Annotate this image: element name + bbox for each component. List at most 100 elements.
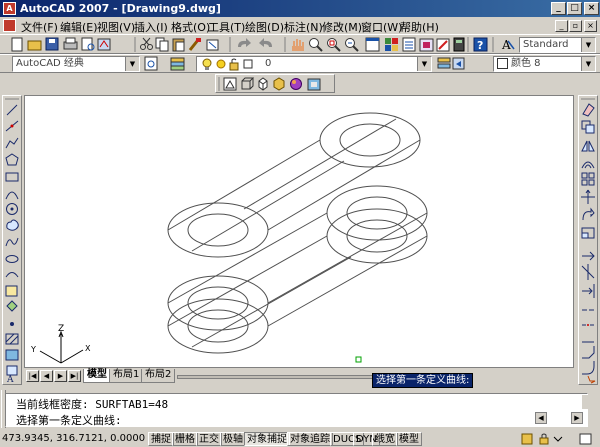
osnap-toggle[interactable]: 对象捕捉 — [244, 432, 290, 446]
text-style-combo[interactable]: Standard ▼ — [519, 37, 596, 53]
conceptual-icon[interactable] — [290, 78, 302, 90]
markup-icon[interactable] — [436, 38, 450, 52]
copy-icon[interactable] — [155, 37, 169, 52]
menu-dimension[interactable]: 标注(N) — [284, 19, 323, 35]
scale-icon[interactable] — [581, 227, 595, 239]
unlock-icon[interactable] — [229, 58, 239, 71]
cut-icon[interactable] — [140, 37, 153, 50]
ellipse-arc-icon[interactable] — [5, 272, 19, 278]
render-icon[interactable] — [307, 78, 321, 91]
tab-layout2[interactable]: 布局2 — [141, 369, 176, 383]
otrack-toggle[interactable]: 对象追踪 — [287, 432, 333, 446]
publish-icon[interactable] — [97, 38, 111, 51]
polyline-icon[interactable] — [5, 137, 19, 149]
sun-icon[interactable] — [216, 59, 226, 69]
rotate-icon[interactable] — [582, 207, 595, 221]
chevron-down-icon[interactable] — [553, 436, 563, 442]
horizontal-scrollbar[interactable] — [177, 375, 385, 379]
rectangle-icon[interactable] — [5, 172, 19, 182]
autocad-app-icon[interactable]: A — [3, 2, 16, 15]
menu-view[interactable]: 视图(V) — [97, 19, 135, 35]
calculator-icon[interactable] — [453, 37, 465, 52]
menu-file[interactable]: 文件(F) — [21, 19, 58, 35]
lock-icon[interactable] — [539, 433, 549, 445]
command-vertical-scrollbar[interactable] — [582, 395, 588, 409]
layer-properties-icon[interactable] — [170, 57, 185, 71]
hidden-icon[interactable] — [258, 77, 268, 91]
doc-restore-button[interactable]: ▫ — [569, 20, 582, 32]
copy-object-icon[interactable] — [581, 120, 595, 134]
grid-toggle[interactable]: 栅格 — [172, 432, 198, 446]
new-icon[interactable] — [11, 37, 23, 52]
open-icon[interactable] — [27, 40, 42, 51]
command-area[interactable]: 当前线框密度: SURFTAB1=48 选择第一条定义曲线: ◀ ▶ — [5, 393, 588, 427]
spline-icon[interactable] — [5, 237, 19, 247]
revision-cloud-icon[interactable] — [6, 219, 19, 231]
layer-combo[interactable]: 0 ▼ — [196, 56, 432, 72]
clean-screen-icon[interactable] — [579, 433, 592, 445]
workspace-combo[interactable]: AutoCAD 经典 ▼ — [12, 56, 140, 72]
zoom-window-icon[interactable] — [327, 38, 341, 52]
drawing-canvas[interactable]: Z Y X — [25, 96, 573, 367]
mirror-icon[interactable] — [581, 140, 595, 152]
line-icon[interactable] — [6, 104, 18, 116]
plot-preview-icon[interactable] — [81, 37, 95, 51]
trim-icon[interactable] — [581, 264, 595, 280]
region-icon[interactable] — [6, 365, 18, 376]
circle-icon[interactable] — [6, 203, 18, 215]
ellipse-icon[interactable] — [5, 255, 19, 263]
undo-icon[interactable] — [238, 38, 251, 47]
array-icon[interactable] — [581, 172, 595, 186]
tab-first-button[interactable]: |◀ — [26, 370, 39, 382]
make-object-layer-current-icon[interactable] — [437, 57, 451, 69]
make-block-icon[interactable] — [6, 300, 18, 312]
fillet-icon[interactable] — [582, 361, 595, 375]
layer-previous-icon[interactable] — [452, 57, 465, 70]
coordinates-readout[interactable]: 473.9345, 316.7121, 0.0000 — [2, 433, 145, 444]
block-editor-icon[interactable] — [206, 39, 219, 51]
menu-help[interactable]: 帮助(H) — [400, 19, 439, 35]
menu-modify[interactable]: 修改(M) — [322, 19, 362, 35]
command-scroll-left-icon[interactable]: ◀ — [535, 412, 547, 424]
polygon-icon[interactable] — [5, 153, 19, 166]
menu-window[interactable]: 窗口(W) — [361, 19, 402, 35]
erase-icon[interactable] — [582, 103, 595, 117]
properties-icon[interactable] — [365, 37, 380, 52]
maximize-button[interactable]: □ — [567, 2, 582, 15]
drawing-area[interactable]: Z Y X — [24, 95, 574, 368]
layer-color-swatch-icon[interactable] — [243, 59, 253, 69]
document-icon[interactable] — [3, 19, 16, 32]
command-prompt-line[interactable]: 选择第一条定义曲线: — [16, 412, 122, 428]
construction-line-icon[interactable] — [5, 120, 19, 132]
communication-center-icon[interactable] — [521, 433, 533, 445]
sheet-set-icon[interactable] — [419, 38, 434, 52]
text-style-icon[interactable]: A — [501, 38, 515, 52]
polar-toggle[interactable]: 极轴 — [220, 432, 246, 446]
workspace-settings-icon[interactable] — [144, 56, 158, 71]
match-properties-icon[interactable] — [188, 38, 201, 51]
redo-icon[interactable] — [259, 38, 272, 47]
tab-next-button[interactable]: ▶ — [54, 370, 67, 382]
tab-prev-button[interactable]: ◀ — [40, 370, 53, 382]
design-center-icon[interactable] — [385, 38, 398, 51]
point-icon[interactable] — [10, 322, 14, 326]
break-icon[interactable] — [582, 324, 594, 326]
menu-edit[interactable]: 编辑(E) — [60, 19, 98, 35]
print-icon[interactable] — [63, 37, 78, 50]
chamfer-icon[interactable] — [582, 346, 595, 359]
model-space-toggle[interactable]: 模型 — [396, 432, 422, 446]
title-bar[interactable]: A AutoCAD 2007 - [Drawing9.dwg] _ □ × — [0, 0, 600, 17]
tab-model[interactable]: 模型 — [83, 369, 111, 383]
3d-wireframe-icon[interactable] — [241, 77, 255, 90]
menu-insert[interactable]: 插入(I) — [134, 19, 168, 35]
menu-format[interactable]: 格式(O) — [171, 19, 210, 35]
zoom-realtime-icon[interactable] — [309, 38, 323, 52]
close-button[interactable]: × — [584, 2, 599, 15]
hide-icon[interactable] — [223, 77, 237, 91]
color-combo[interactable]: 颜色 8 ▼ — [493, 56, 596, 72]
explode-icon[interactable] — [587, 375, 596, 384]
offset-icon[interactable] — [581, 161, 595, 169]
gradient-icon[interactable] — [5, 349, 19, 361]
save-icon[interactable] — [45, 37, 59, 51]
help-icon[interactable]: ? — [473, 37, 488, 52]
